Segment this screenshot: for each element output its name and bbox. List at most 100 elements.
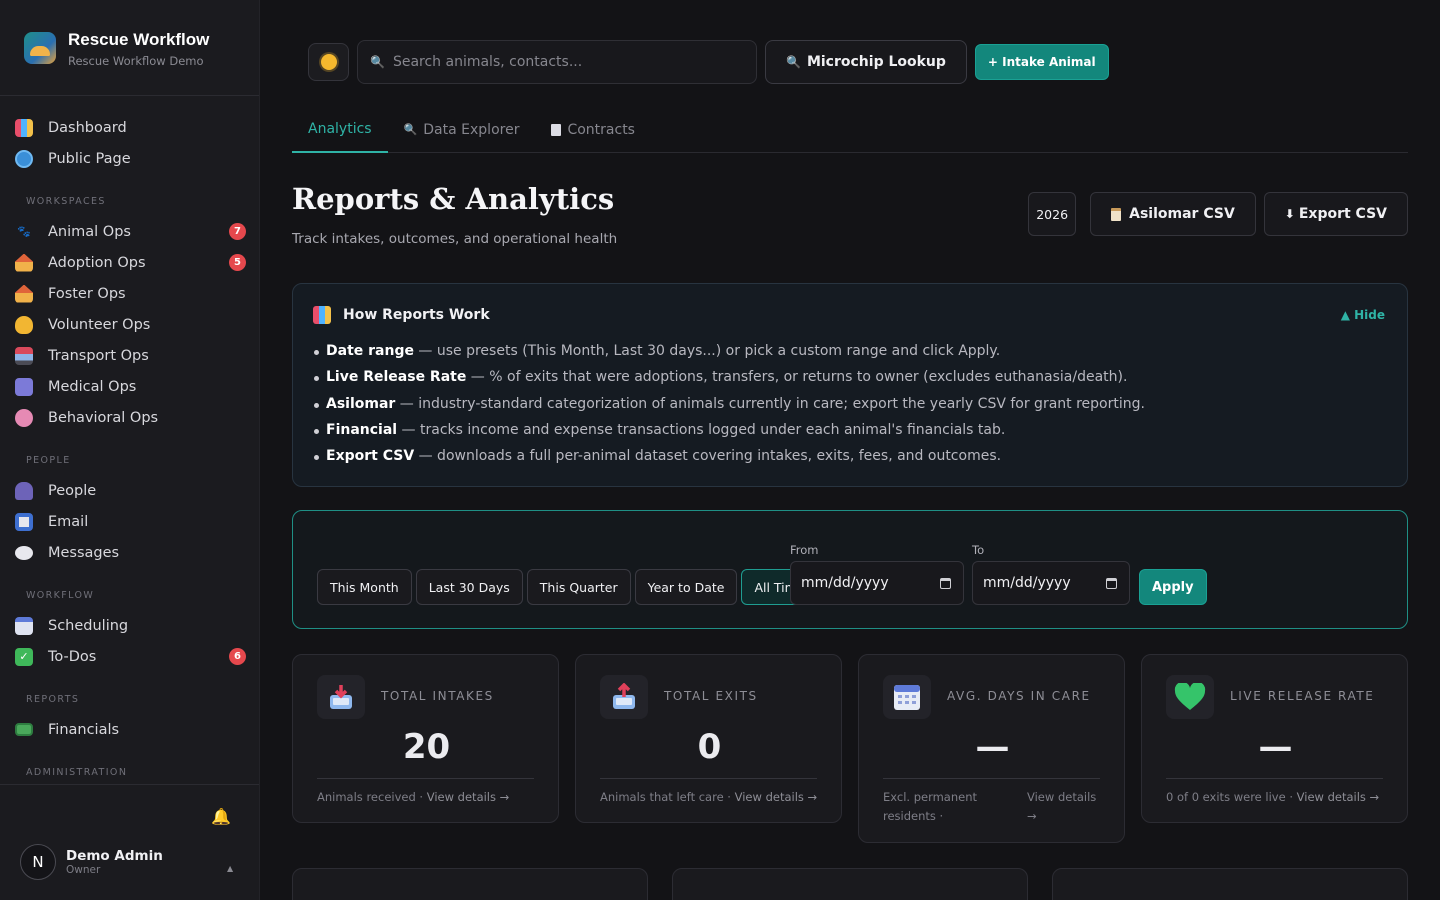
sidebar-item-people[interactable]: People <box>0 475 259 506</box>
search-input[interactable] <box>392 54 733 70</box>
tab-label: Data Explorer <box>423 121 520 138</box>
intake-animal-button[interactable]: + Intake Animal <box>974 44 1109 80</box>
to-label: To <box>972 543 985 557</box>
section-title-workflow: WORKFLOW <box>26 590 95 601</box>
tab-contracts[interactable]: Contracts <box>535 106 651 153</box>
stat-footnote: Animals that left care · View details → <box>600 790 818 804</box>
download-icon: ⬇ <box>1284 207 1295 221</box>
from-date-input[interactable]: mm/dd/yyyy <box>790 561 964 605</box>
stat-card-total-intakes[interactable]: TOTAL INTAKES 20 Animals received · View… <box>292 654 559 823</box>
sidebar-item-public-page[interactable]: Public Page <box>0 143 259 174</box>
brand-title: Rescue Workflow <box>68 30 210 49</box>
inbox-out-icon <box>600 675 648 719</box>
section-title-administration: ADMINISTRATION <box>26 767 128 778</box>
tab-data-explorer[interactable]: 🔍 Data Explorer <box>388 106 536 153</box>
sidebar-item-animal-ops[interactable]: 🐾 Animal Ops 7 <box>0 216 259 247</box>
theme-toggle-button[interactable] <box>308 43 349 81</box>
section-title-workspaces: WORKSPACES <box>26 196 106 207</box>
view-details-link[interactable]: View details → <box>1027 788 1107 826</box>
stat-footnote: Excl. permanent residents · <box>883 790 978 823</box>
year-select[interactable]: 2026 <box>1028 192 1077 236</box>
preset-this-quarter[interactable]: This Quarter <box>526 569 631 605</box>
sidebar-item-behavioral-ops[interactable]: Behavioral Ops <box>0 402 259 433</box>
avatar: N <box>20 844 56 880</box>
user-role: Owner <box>66 864 101 876</box>
sidebar-item-to-dos[interactable]: ✓ To-Dos 6 <box>0 641 259 672</box>
sidebar-item-label: Animal Ops <box>48 223 131 240</box>
divider <box>883 778 1100 779</box>
to-date-value: mm/dd/yyyy <box>983 575 1071 591</box>
from-label: From <box>790 543 819 557</box>
sidebar-item-financials[interactable]: Financials <box>0 714 259 745</box>
email-icon <box>15 512 33 531</box>
sidebar-item-label: Messages <box>48 544 120 561</box>
sidebar-item-dashboard[interactable]: Dashboard <box>0 112 259 143</box>
sidebar-item-adoption-ops[interactable]: Adoption Ops 5 <box>0 247 259 278</box>
to-date-input[interactable]: mm/dd/yyyy <box>972 561 1130 605</box>
sidebar-item-label: To-Dos <box>48 648 97 665</box>
apply-button[interactable]: Apply <box>1139 569 1207 605</box>
how-reports-work-panel: How Reports Work ▲ Hide Date range — use… <box>292 283 1408 487</box>
search-icon: 🔍 <box>786 55 801 69</box>
tab-bar: Analytics 🔍 Data Explorer Contracts <box>292 106 1408 153</box>
main-content: 🔍 🔍 Microchip Lookup + Intake Animal Ana… <box>292 0 1408 900</box>
sidebar-item-messages[interactable]: Messages <box>0 537 259 568</box>
view-details-link[interactable]: View details → <box>1297 790 1380 804</box>
stat-label: AVG. DAYS IN CARE <box>947 689 1091 703</box>
medical-icon <box>15 377 33 396</box>
sidebar-nav: Dashboard Public Page WORKSPACES 🐾 Anima… <box>0 96 259 781</box>
stat-value: — <box>975 727 1010 767</box>
section-title-people: PEOPLE <box>26 455 71 466</box>
brand-subtitle: Rescue Workflow Demo <box>68 54 204 68</box>
sidebar-item-scheduling[interactable]: Scheduling <box>0 610 259 641</box>
stat-label: TOTAL EXITS <box>664 689 758 703</box>
asilomar-csv-label: Asilomar CSV <box>1129 206 1235 222</box>
asilomar-csv-button[interactable]: Asilomar CSV <box>1090 192 1256 236</box>
list-item: Asilomar — industry-standard categorizat… <box>314 391 1385 417</box>
heart-hands-icon <box>15 315 33 334</box>
sidebar-item-volunteer-ops[interactable]: Volunteer Ops <box>0 309 259 340</box>
tab-label: Analytics <box>308 120 372 137</box>
stat-card-total-exits[interactable]: TOTAL EXITS 0 Animals that left care · V… <box>575 654 842 823</box>
sidebar-item-medical-ops[interactable]: Medical Ops <box>0 371 259 402</box>
microchip-lookup-label: Microchip Lookup <box>806 54 946 70</box>
sidebar-item-foster-ops[interactable]: Foster Ops <box>0 278 259 309</box>
stat-value: — <box>1258 727 1293 767</box>
chart-card <box>672 868 1028 900</box>
search-bar[interactable]: 🔍 <box>357 40 757 84</box>
from-date-value: mm/dd/yyyy <box>801 575 889 591</box>
tab-analytics[interactable]: Analytics <box>292 106 388 153</box>
stat-value: 0 <box>697 727 722 767</box>
stat-card-avg-days-in-care[interactable]: AVG. DAYS IN CARE — Excl. permanent resi… <box>858 654 1125 843</box>
list-item: Live Release Rate — % of exits that were… <box>314 364 1385 390</box>
sidebar-item-transport-ops[interactable]: Transport Ops <box>0 340 259 371</box>
preset-year-to-date[interactable]: Year to Date <box>634 569 738 605</box>
view-details-link[interactable]: View details → <box>427 790 510 804</box>
calendar-icon <box>940 577 951 589</box>
microchip-lookup-button[interactable]: 🔍 Microchip Lookup <box>765 40 967 84</box>
view-details-link[interactable]: View details → <box>735 790 818 804</box>
export-csv-button[interactable]: ⬇ Export CSV <box>1263 192 1408 236</box>
from-date-group: From mm/dd/yyyy <box>790 543 964 605</box>
sidebar-item-email[interactable]: Email <box>0 506 259 537</box>
house-icon <box>15 284 33 303</box>
document-icon <box>551 123 562 136</box>
preset-last-30-days[interactable]: Last 30 Days <box>415 569 523 605</box>
bar-chart-icon <box>313 306 331 324</box>
sidebar-item-label: Email <box>48 513 89 530</box>
chevron-up-icon[interactable]: ▲ <box>227 864 233 873</box>
bell-icon[interactable]: 🔔 <box>211 807 231 826</box>
stat-card-live-release-rate[interactable]: LIVE RELEASE RATE — 0 of 0 exits were li… <box>1141 654 1408 823</box>
hide-button[interactable]: ▲ Hide <box>1341 308 1385 322</box>
stat-label: LIVE RELEASE RATE <box>1230 689 1375 703</box>
page-subtitle: Track intakes, outcomes, and operational… <box>292 231 618 247</box>
user-menu[interactable]: N Demo Admin Owner <box>20 844 163 880</box>
topbar: 🔍 🔍 Microchip Lookup + Intake Animal <box>292 40 1109 84</box>
brand[interactable]: Rescue Workflow Rescue Workflow Demo <box>0 0 259 96</box>
list-item: Date range — use presets (This Month, La… <box>314 338 1385 364</box>
stat-label: TOTAL INTAKES <box>381 689 494 703</box>
search-icon: 🔍 <box>370 55 385 69</box>
clipboard-icon <box>1111 207 1122 221</box>
preset-this-month[interactable]: This Month <box>317 569 412 605</box>
info-list: Date range — use presets (This Month, La… <box>313 338 1385 469</box>
